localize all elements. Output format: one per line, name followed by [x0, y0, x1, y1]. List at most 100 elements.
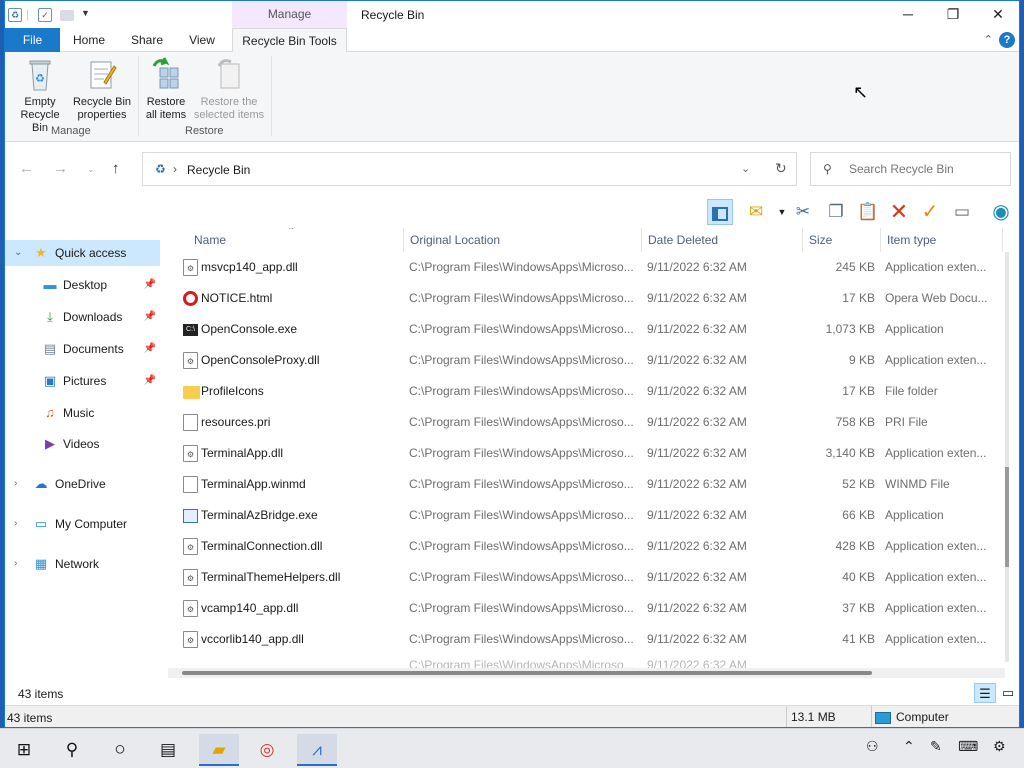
- search-taskbar-icon[interactable]: ⚲: [52, 734, 92, 766]
- table-row[interactable]: ⚙ vccorlib140_app.dll C:\Program Files\Win…: [163, 624, 1005, 655]
- desktop-icon: ▬: [43, 277, 57, 292]
- cloud-icon: ☁: [34, 476, 48, 491]
- table-row[interactable]: ⚙ OpenConsoleProxy.dll C:\Program Files\Wi…: [163, 345, 1005, 376]
- properties-quick-icon[interactable]: ✓: [38, 8, 52, 22]
- file-item-type: Opera Web Docu...: [885, 291, 988, 305]
- restore-all-items-button[interactable]: Restore all items: [141, 56, 191, 122]
- cortana-circle-icon[interactable]: ○: [100, 734, 140, 766]
- horizontal-scrollbar-thumb[interactable]: [182, 671, 872, 675]
- table-row[interactable]: ⚙ msvcp140_app.dll C:\Program Files\Window…: [163, 252, 1005, 283]
- pin-icon[interactable]: 📌: [144, 272, 156, 298]
- back-arrow-icon[interactable]: ←: [19, 160, 34, 177]
- sidebar-item-documents[interactable]: ▤ Documents 📌: [5, 336, 160, 362]
- cut-icon[interactable]: ✂: [790, 199, 816, 225]
- horizontal-scrollbar[interactable]: [168, 668, 1005, 678]
- new-folder-quick-icon[interactable]: [60, 10, 74, 21]
- refresh-icon[interactable]: ↻: [775, 160, 787, 177]
- expand-chevron-icon[interactable]: ›: [14, 471, 17, 497]
- recycle-bin-app-icon[interactable]: ♻: [8, 8, 22, 22]
- table-row[interactable]: C:\ OpenConsole.exe C:\Program Files\Windo…: [163, 314, 1005, 345]
- sidebar-item-quick-access[interactable]: ⌄ ★ Quick access: [5, 240, 160, 266]
- pin-icon[interactable]: 📌: [144, 368, 156, 394]
- chrome-icon[interactable]: ◎: [247, 734, 287, 766]
- keyboard-icon[interactable]: ⌨: [958, 738, 978, 755]
- resource-monitor-icon[interactable]: ⩘: [297, 734, 337, 766]
- tab-file[interactable]: File: [5, 28, 60, 52]
- breadcrumb-chevron-icon[interactable]: ›: [173, 162, 177, 176]
- vertical-scrollbar[interactable]: [1005, 252, 1009, 662]
- address-bar[interactable]: ♻ › Recycle Bin ⌄ ↻: [142, 152, 797, 186]
- collapse-ribbon-icon[interactable]: ⌃: [984, 33, 993, 46]
- sidebar-item-pictures[interactable]: ▣ Pictures 📌: [5, 368, 160, 394]
- delete-icon[interactable]: ✕: [886, 199, 912, 225]
- people-icon[interactable]: ⚇: [866, 738, 879, 755]
- zone-indicator: Computer: [875, 706, 949, 727]
- tab-view[interactable]: View: [181, 28, 223, 52]
- breadcrumb-recycle-bin[interactable]: Recycle Bin: [187, 163, 250, 177]
- large-icons-view-icon[interactable]: ▭: [997, 683, 1019, 703]
- search-box[interactable]: ⚲: [810, 152, 1011, 186]
- column-header-name[interactable]: Name: [188, 228, 404, 252]
- close-button[interactable]: ✕: [975, 1, 1019, 28]
- tab-home[interactable]: Home: [67, 28, 111, 52]
- sidebar-item-my-computer[interactable]: › ▭ My Computer: [5, 511, 160, 537]
- sidebar-item-network[interactable]: › ▦ Network: [5, 551, 160, 577]
- expand-chevron-icon[interactable]: ›: [14, 551, 17, 577]
- sidebar-item-desktop[interactable]: ▬ Desktop 📌: [5, 272, 160, 298]
- pin-icon[interactable]: 📌: [144, 336, 156, 362]
- sidebar-item-videos[interactable]: ▶ Videos: [5, 431, 160, 457]
- column-header-size[interactable]: Size: [803, 228, 881, 252]
- empty-recycle-bin-button[interactable]: ♻ Empty Recycle Bin: [11, 56, 69, 135]
- table-row[interactable]: ⚙ TerminalApp.dll C:\Program Files\Windows…: [163, 438, 1005, 469]
- collapse-chevron-icon[interactable]: ⌄: [14, 240, 22, 266]
- sidebar-item-downloads[interactable]: ⤓ Downloads 📌: [5, 304, 160, 330]
- show-hidden-icons-chevron-icon[interactable]: ⌃: [903, 738, 915, 755]
- table-row[interactable]: TerminalAzBridge.exe C:\Program Files\Win…: [163, 500, 1005, 531]
- sidebar-item-music[interactable]: ♫ Music: [5, 400, 160, 426]
- check-icon[interactable]: ✓: [917, 199, 943, 225]
- title-bar[interactable]: ♻ | ✓ ▼ Manage Recycle Bin ─ ❐ ✕: [5, 1, 1019, 28]
- recycle-bin-properties-button[interactable]: Recycle Bin properties: [71, 56, 133, 122]
- details-view-icon[interactable]: ☰: [974, 683, 996, 703]
- up-arrow-icon[interactable]: ↑: [112, 160, 120, 177]
- table-row[interactable]: ⚙ vcamp140_app.dll C:\Program Files\Window…: [163, 593, 1005, 624]
- address-dropdown-icon[interactable]: ⌄: [741, 162, 750, 175]
- expand-chevron-icon[interactable]: ›: [14, 511, 17, 537]
- table-row[interactable]: resources.pri C:\Program Files\WindowsApp…: [163, 407, 1005, 438]
- pen-icon[interactable]: ✎: [930, 738, 942, 755]
- help-button[interactable]: ?: [999, 32, 1015, 48]
- table-row[interactable]: ⚙ TerminalConnection.dll C:\Program Files\…: [163, 531, 1005, 562]
- start-windows-icon[interactable]: ⊞: [4, 734, 44, 766]
- pin-icon[interactable]: 📌: [144, 304, 156, 330]
- maximize-button[interactable]: ❐: [930, 1, 976, 28]
- table-row[interactable]: ProfileIcons C:\Program Files\WindowsApps…: [163, 376, 1005, 407]
- column-header-original-location[interactable]: Original Location: [404, 228, 642, 252]
- recent-locations-chevron-icon[interactable]: ⌄: [87, 164, 95, 175]
- paste-icon[interactable]: 📋: [855, 199, 881, 225]
- task-view-icon[interactable]: ▤: [148, 734, 188, 766]
- vertical-scrollbar-thumb[interactable]: [1005, 467, 1009, 567]
- file-list: ⌃ Name Original Location Date Deleted Si…: [163, 228, 1009, 678]
- restore-selected-items-button[interactable]: Restore the selected items: [191, 56, 267, 122]
- column-header-date-deleted[interactable]: Date Deleted: [642, 228, 803, 252]
- tab-share[interactable]: Share: [123, 28, 171, 52]
- copy-icon[interactable]: ❐: [823, 199, 849, 225]
- file-size: 245 KB: [835, 260, 875, 274]
- settings-gear-icon[interactable]: ⚙: [993, 738, 1006, 755]
- minimize-button[interactable]: ─: [885, 1, 931, 28]
- globe-icon[interactable]: ◉: [988, 199, 1014, 225]
- forward-arrow-icon[interactable]: →: [53, 160, 68, 177]
- rename-icon[interactable]: ▭: [949, 199, 975, 225]
- file-explorer-taskbar-icon[interactable]: ▰: [199, 734, 239, 766]
- customize-quick-access-icon[interactable]: ▼: [81, 8, 90, 18]
- folder-options-icon[interactable]: ✉: [743, 199, 769, 225]
- sidebar-item-onedrive[interactable]: › ☁ OneDrive: [5, 471, 160, 497]
- details-bar: 43 items 13.1 MB Computer: [5, 705, 1019, 727]
- tab-recycle-bin-tools[interactable]: Recycle Bin Tools: [232, 28, 347, 53]
- table-row[interactable]: ⚙ TerminalThemeHelpers.dll C:\Program File…: [163, 562, 1005, 593]
- column-header-item-type[interactable]: Item type: [881, 228, 1003, 252]
- navigation-pane-icon[interactable]: [707, 199, 733, 225]
- table-row[interactable]: TerminalApp.winmd C:\Program Files\Window…: [163, 469, 1005, 500]
- table-row[interactable]: NOTICE.html C:\Program Files\WindowsApps\…: [163, 283, 1005, 314]
- search-input[interactable]: [849, 162, 999, 176]
